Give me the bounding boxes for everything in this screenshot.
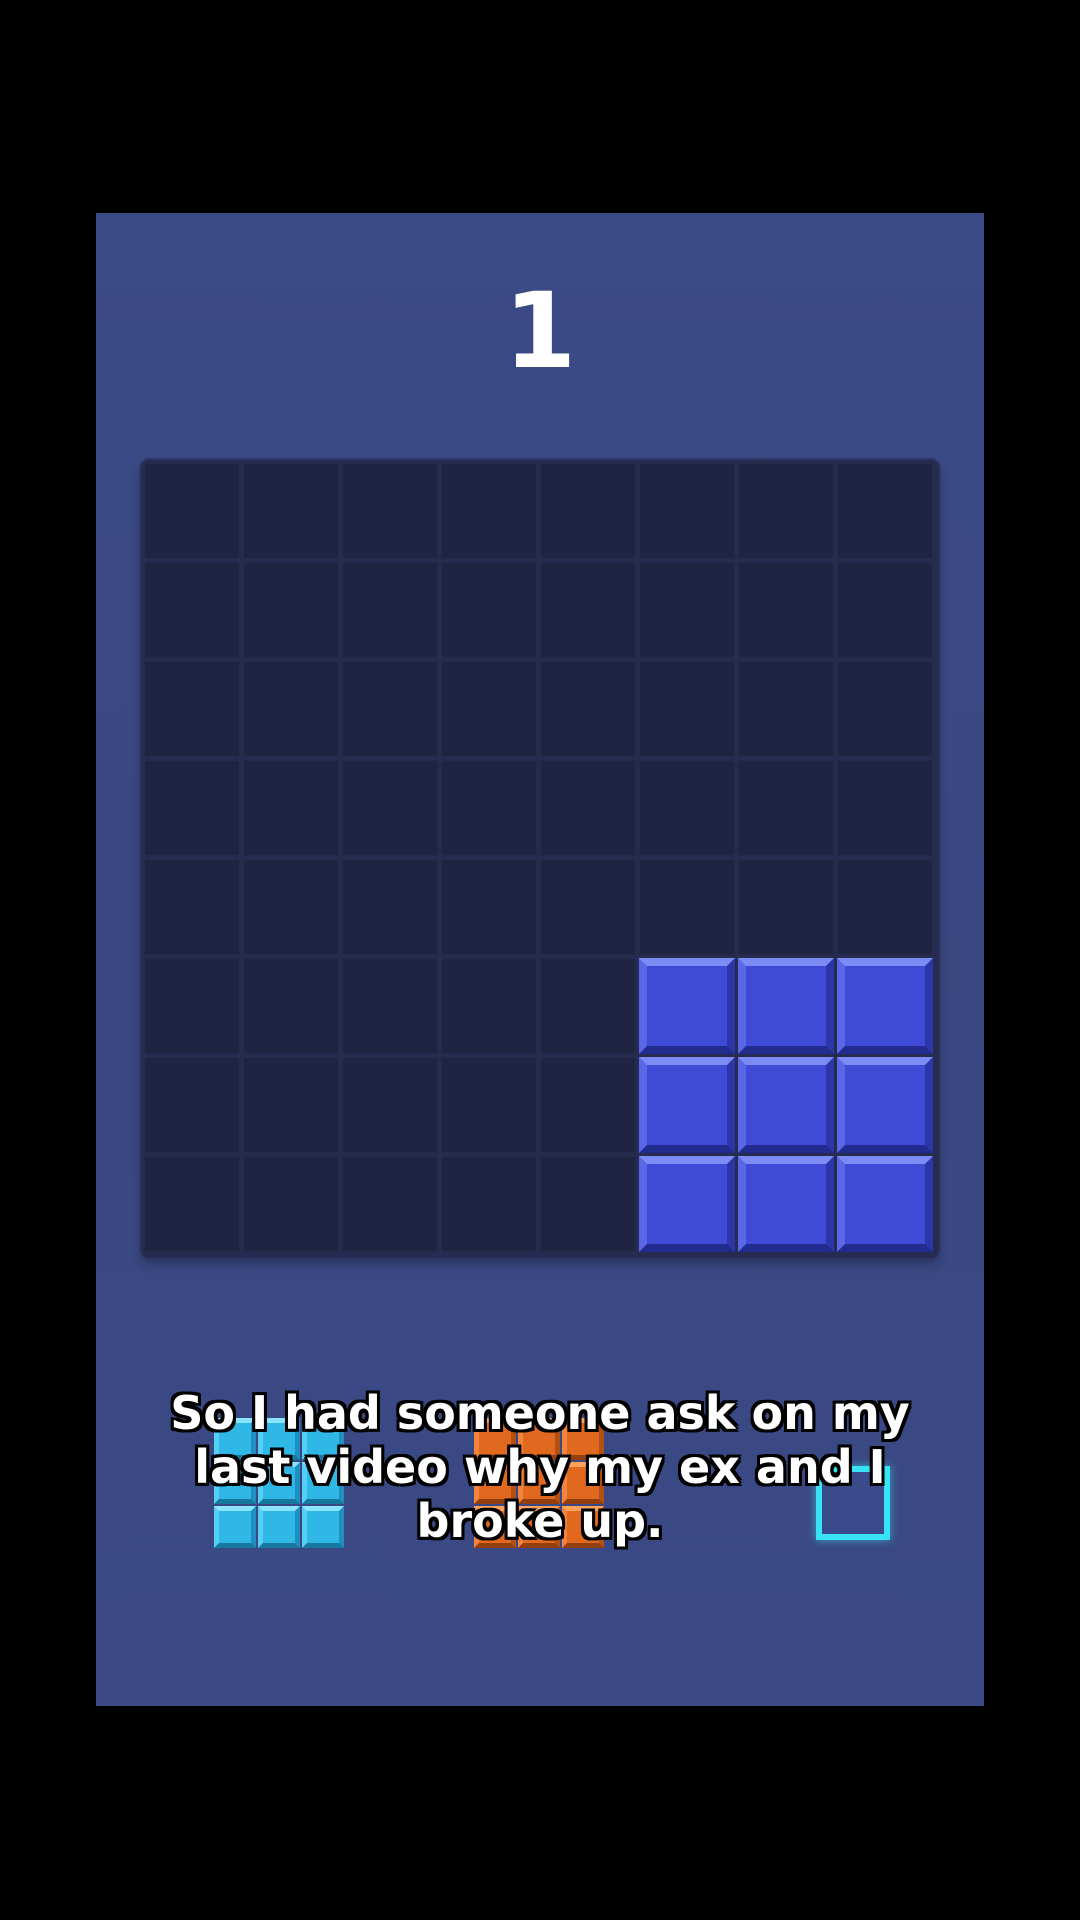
board-cell-empty[interactable] xyxy=(738,661,834,757)
board-cell-empty[interactable] xyxy=(441,463,537,559)
board-cell-empty[interactable] xyxy=(342,1057,438,1153)
board-cell-empty[interactable] xyxy=(144,463,240,559)
board-cell-filled[interactable] xyxy=(738,1156,834,1252)
board-cell-empty[interactable] xyxy=(342,463,438,559)
board-cell-filled[interactable] xyxy=(738,1057,834,1153)
board-cell-empty[interactable] xyxy=(144,760,240,856)
board-cell-empty[interactable] xyxy=(540,1156,636,1252)
board-cell-empty[interactable] xyxy=(441,1057,537,1153)
board-cell-empty[interactable] xyxy=(738,463,834,559)
board-cell-empty[interactable] xyxy=(837,760,933,856)
board-cell-empty[interactable] xyxy=(342,562,438,658)
board-cell-empty[interactable] xyxy=(342,661,438,757)
board-cell-empty[interactable] xyxy=(144,958,240,1054)
board-cell-empty[interactable] xyxy=(243,859,339,955)
board-cell-empty[interactable] xyxy=(639,562,735,658)
board-cell-empty[interactable] xyxy=(342,859,438,955)
board-cell-empty[interactable] xyxy=(837,661,933,757)
board-cell-empty[interactable] xyxy=(738,859,834,955)
board-cell-empty[interactable] xyxy=(639,463,735,559)
board-cell-empty[interactable] xyxy=(144,859,240,955)
board-cell-empty[interactable] xyxy=(243,661,339,757)
board-cell-empty[interactable] xyxy=(639,661,735,757)
board-cell-empty[interactable] xyxy=(441,1156,537,1252)
board-cell-empty[interactable] xyxy=(243,562,339,658)
board-cell-empty[interactable] xyxy=(441,661,537,757)
score-counter: 1 xyxy=(503,270,577,392)
board-cell-empty[interactable] xyxy=(639,859,735,955)
board-cell-empty[interactable] xyxy=(837,562,933,658)
board-cell-empty[interactable] xyxy=(342,760,438,856)
board-cell-empty[interactable] xyxy=(243,463,339,559)
board-cell-empty[interactable] xyxy=(540,463,636,559)
board-cell-empty[interactable] xyxy=(243,1057,339,1153)
board-cell-empty[interactable] xyxy=(441,760,537,856)
board-cell-empty[interactable] xyxy=(144,1156,240,1252)
caption-line-3: broke up. xyxy=(416,1494,664,1548)
board-cell-filled[interactable] xyxy=(837,1156,933,1252)
board-cell-empty[interactable] xyxy=(540,562,636,658)
board-cell-empty[interactable] xyxy=(144,1057,240,1153)
caption-line-2: last video why my ex and I xyxy=(194,1440,886,1494)
board-cell-empty[interactable] xyxy=(540,760,636,856)
video-caption: So I had someone ask on my last video wh… xyxy=(96,1386,984,1548)
board-cell-filled[interactable] xyxy=(639,958,735,1054)
board-cell-empty[interactable] xyxy=(144,661,240,757)
board-cell-empty[interactable] xyxy=(243,760,339,856)
board-cell-empty[interactable] xyxy=(243,958,339,1054)
board-cell-filled[interactable] xyxy=(837,1057,933,1153)
board-cell-empty[interactable] xyxy=(441,562,537,658)
caption-line-1: So I had someone ask on my xyxy=(170,1386,910,1440)
board-cell-empty[interactable] xyxy=(837,463,933,559)
board-cell-empty[interactable] xyxy=(540,1057,636,1153)
board-cell-empty[interactable] xyxy=(144,562,240,658)
board-cell-filled[interactable] xyxy=(738,958,834,1054)
board-cell-empty[interactable] xyxy=(837,859,933,955)
board-cell-filled[interactable] xyxy=(639,1156,735,1252)
board-cell-empty[interactable] xyxy=(441,958,537,1054)
board-cell-empty[interactable] xyxy=(639,760,735,856)
board-cell-empty[interactable] xyxy=(540,958,636,1054)
board-cell-empty[interactable] xyxy=(342,1156,438,1252)
board-cell-empty[interactable] xyxy=(342,958,438,1054)
game-board[interactable] xyxy=(141,460,939,1258)
board-cell-empty[interactable] xyxy=(738,760,834,856)
board-cell-filled[interactable] xyxy=(639,1057,735,1153)
board-cell-empty[interactable] xyxy=(243,1156,339,1252)
board-cell-empty[interactable] xyxy=(738,562,834,658)
board-cell-empty[interactable] xyxy=(540,661,636,757)
board-cell-empty[interactable] xyxy=(441,859,537,955)
board-cell-empty[interactable] xyxy=(540,859,636,955)
board-cell-filled[interactable] xyxy=(837,958,933,1054)
